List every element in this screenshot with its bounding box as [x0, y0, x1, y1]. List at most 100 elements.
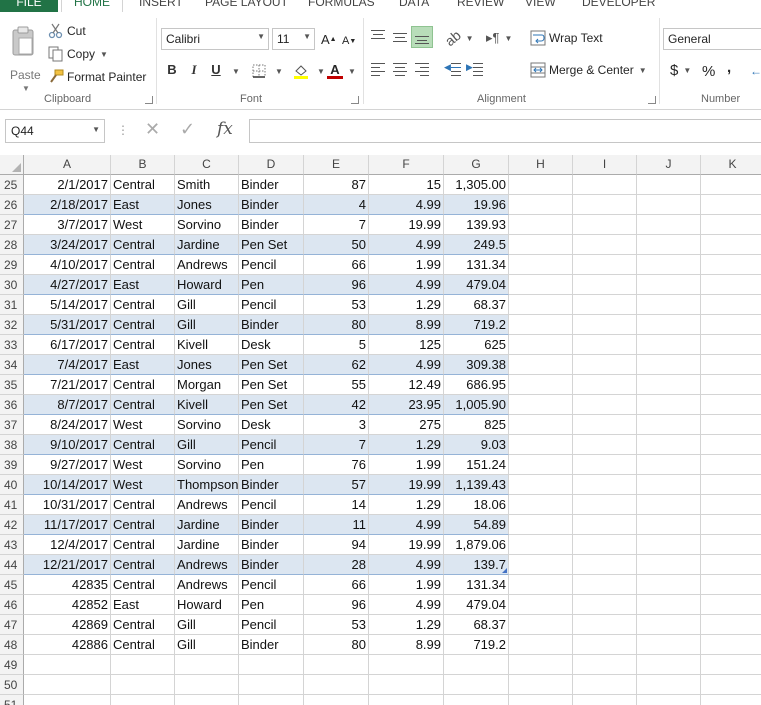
cell-h40[interactable] — [509, 475, 573, 495]
cell-a46[interactable]: 42852 — [24, 595, 111, 615]
column-header-k[interactable]: K — [701, 155, 761, 175]
cell-f27[interactable]: 19.99 — [369, 215, 444, 235]
cell-f35[interactable]: 12.49 — [369, 375, 444, 395]
cell-j48[interactable] — [637, 635, 701, 655]
cell-c50[interactable] — [175, 675, 239, 695]
cell-a40[interactable]: 10/14/2017 — [24, 475, 111, 495]
column-header-g[interactable]: G — [444, 155, 509, 175]
cell-k45[interactable] — [701, 575, 761, 595]
cell-h25[interactable] — [509, 175, 573, 195]
cell-g46[interactable]: 479.04 — [444, 595, 509, 615]
cell-a49[interactable] — [24, 655, 111, 675]
cell-b48[interactable]: Central — [111, 635, 175, 655]
cell-k40[interactable] — [701, 475, 761, 495]
cell-d38[interactable]: Pencil — [239, 435, 304, 455]
cell-d27[interactable]: Binder — [239, 215, 304, 235]
cell-k50[interactable] — [701, 675, 761, 695]
cell-e31[interactable]: 53 — [304, 295, 369, 315]
cell-f39[interactable]: 1.99 — [369, 455, 444, 475]
cell-j28[interactable] — [637, 235, 701, 255]
cell-g28[interactable]: 249.5 — [444, 235, 509, 255]
cell-d51[interactable] — [239, 695, 304, 705]
cell-e39[interactable]: 76 — [304, 455, 369, 475]
cell-a45[interactable]: 42835 — [24, 575, 111, 595]
cell-i32[interactable] — [573, 315, 637, 335]
cell-a44[interactable]: 12/21/2017 — [24, 555, 111, 575]
row-header[interactable]: 45 — [0, 575, 24, 595]
row-header[interactable]: 26 — [0, 195, 24, 215]
borders-button[interactable]: ▼ — [251, 62, 283, 80]
cell-i45[interactable] — [573, 575, 637, 595]
cell-d46[interactable]: Pen — [239, 595, 304, 615]
cell-k38[interactable] — [701, 435, 761, 455]
cell-b36[interactable]: Central — [111, 395, 175, 415]
cell-f51[interactable] — [369, 695, 444, 705]
cell-c32[interactable]: Gill — [175, 315, 239, 335]
font-launcher-icon[interactable] — [351, 96, 359, 104]
cell-k25[interactable] — [701, 175, 761, 195]
cell-d50[interactable] — [239, 675, 304, 695]
cell-h30[interactable] — [509, 275, 573, 295]
cell-i46[interactable] — [573, 595, 637, 615]
cell-h37[interactable] — [509, 415, 573, 435]
underline-button[interactable]: U — [209, 62, 223, 80]
row-header[interactable]: 37 — [0, 415, 24, 435]
tab-view[interactable]: VIEW — [525, 0, 556, 9]
cell-k28[interactable] — [701, 235, 761, 255]
cut-button[interactable]: Cut — [48, 22, 86, 40]
cell-f38[interactable]: 1.29 — [369, 435, 444, 455]
cell-c44[interactable]: Andrews — [175, 555, 239, 575]
cell-k42[interactable] — [701, 515, 761, 535]
cell-k47[interactable] — [701, 615, 761, 635]
cell-e44[interactable]: 28 — [304, 555, 369, 575]
cell-e36[interactable]: 42 — [304, 395, 369, 415]
cell-d33[interactable]: Desk — [239, 335, 304, 355]
cell-g32[interactable]: 719.2 — [444, 315, 509, 335]
cell-h48[interactable] — [509, 635, 573, 655]
cell-g37[interactable]: 825 — [444, 415, 509, 435]
cell-g38[interactable]: 9.03 — [444, 435, 509, 455]
cell-f49[interactable] — [369, 655, 444, 675]
cell-a27[interactable]: 3/7/2017 — [24, 215, 111, 235]
cell-c33[interactable]: Kivell — [175, 335, 239, 355]
cell-c29[interactable]: Andrews — [175, 255, 239, 275]
cell-e51[interactable] — [304, 695, 369, 705]
cell-i44[interactable] — [573, 555, 637, 575]
cell-g45[interactable]: 131.34 — [444, 575, 509, 595]
cell-e30[interactable]: 96 — [304, 275, 369, 295]
cell-j45[interactable] — [637, 575, 701, 595]
text-direction-button[interactable]: ▸¶ ▼ — [486, 29, 512, 47]
cell-k46[interactable] — [701, 595, 761, 615]
cell-k36[interactable] — [701, 395, 761, 415]
cell-c46[interactable]: Howard — [175, 595, 239, 615]
cell-i34[interactable] — [573, 355, 637, 375]
align-right-icon[interactable] — [414, 62, 430, 76]
cell-c30[interactable]: Howard — [175, 275, 239, 295]
fill-color-button[interactable]: ▼ — [293, 62, 325, 80]
cell-g49[interactable] — [444, 655, 509, 675]
cell-j34[interactable] — [637, 355, 701, 375]
cell-b46[interactable]: East — [111, 595, 175, 615]
cell-f36[interactable]: 23.95 — [369, 395, 444, 415]
cell-e49[interactable] — [304, 655, 369, 675]
number-format-dropdown[interactable]: General — [663, 28, 761, 50]
tab-page-layout[interactable]: PAGE LAYOUT — [205, 0, 288, 9]
chevron-down-icon[interactable]: ▼ — [227, 62, 240, 80]
cell-g34[interactable]: 309.38 — [444, 355, 509, 375]
cell-e43[interactable]: 94 — [304, 535, 369, 555]
cell-f29[interactable]: 1.99 — [369, 255, 444, 275]
cell-j29[interactable] — [637, 255, 701, 275]
comma-style-button[interactable]: , — [727, 58, 731, 76]
row-header[interactable]: 36 — [0, 395, 24, 415]
cell-k27[interactable] — [701, 215, 761, 235]
cell-h34[interactable] — [509, 355, 573, 375]
row-header[interactable]: 38 — [0, 435, 24, 455]
cell-c37[interactable]: Sorvino — [175, 415, 239, 435]
cell-j27[interactable] — [637, 215, 701, 235]
cell-f33[interactable]: 125 — [369, 335, 444, 355]
cell-f48[interactable]: 8.99 — [369, 635, 444, 655]
cell-b29[interactable]: Central — [111, 255, 175, 275]
cell-a26[interactable]: 2/18/2017 — [24, 195, 111, 215]
cell-h46[interactable] — [509, 595, 573, 615]
cell-g29[interactable]: 131.34 — [444, 255, 509, 275]
